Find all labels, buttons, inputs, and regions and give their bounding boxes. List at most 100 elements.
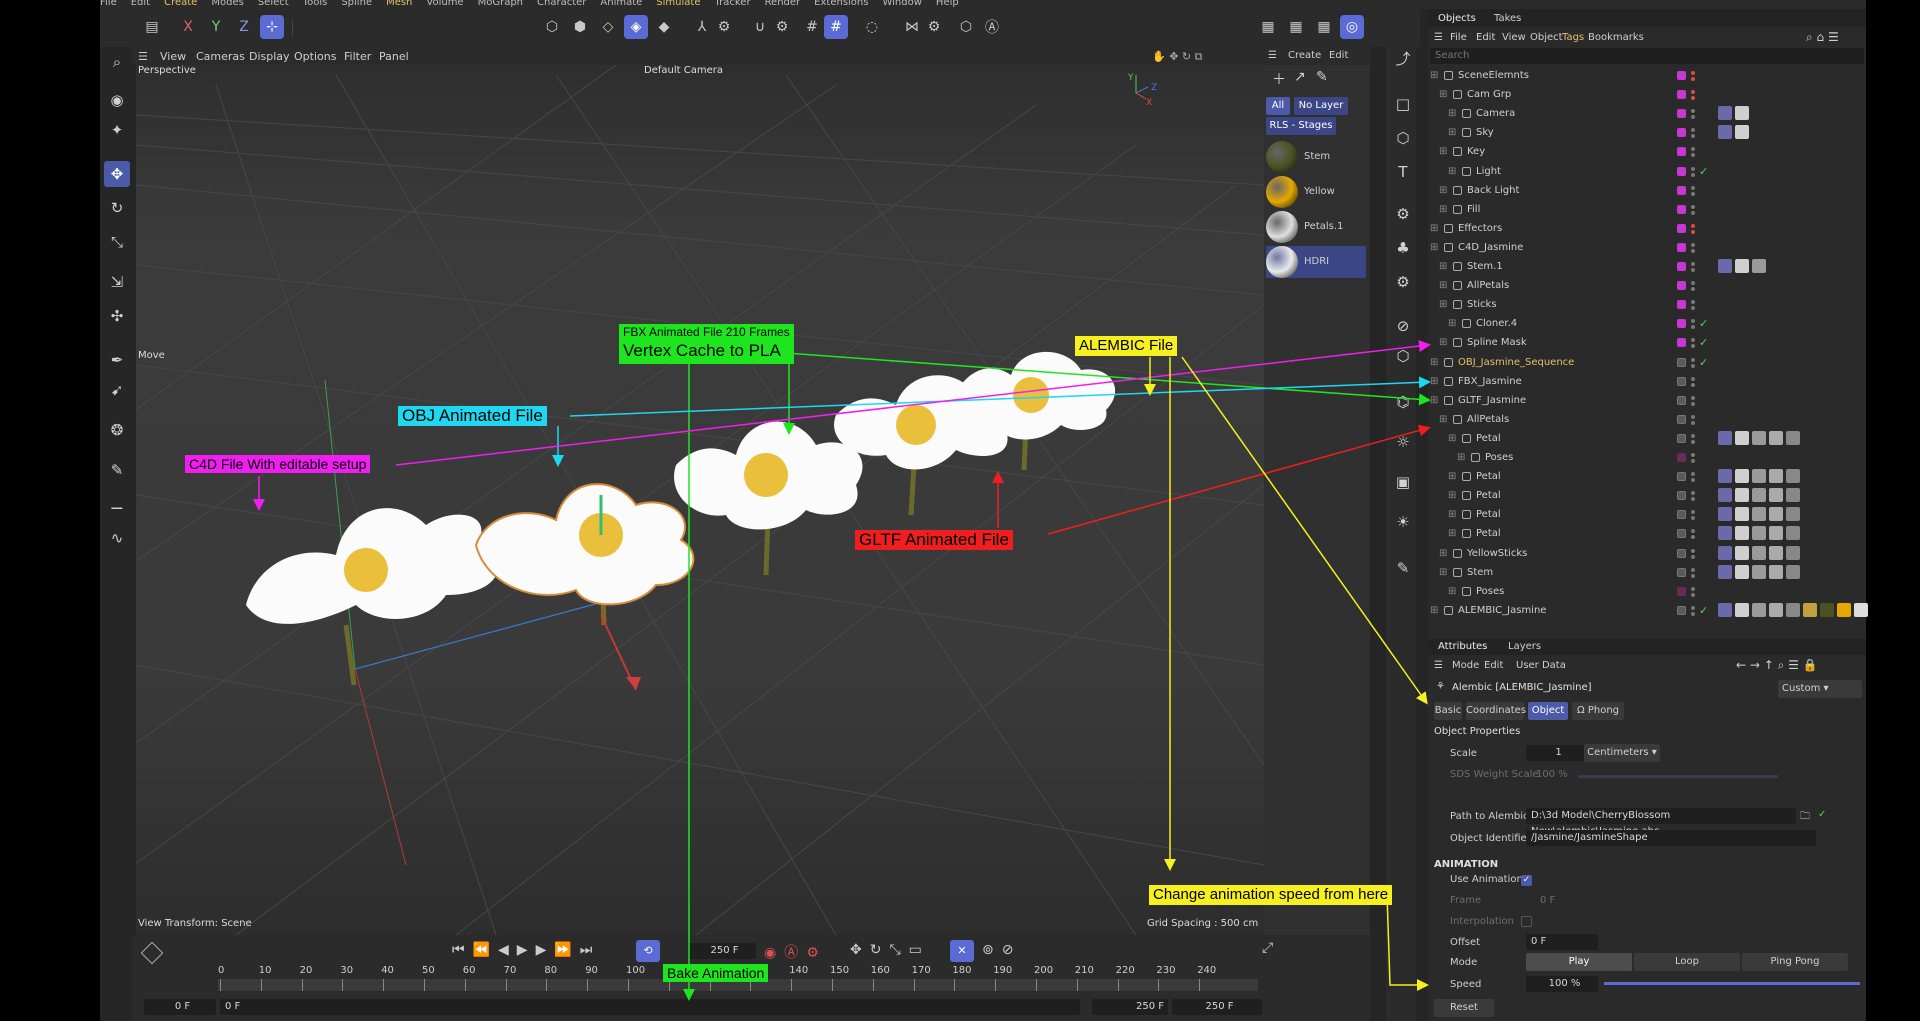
layer-swatch[interactable]: [1677, 567, 1686, 577]
cloner-icon[interactable]: ♣: [1390, 235, 1416, 261]
autokey-icon[interactable]: Ⓐ: [980, 15, 1004, 39]
material-item[interactable]: Petals.1: [1266, 211, 1366, 243]
menu-mograph[interactable]: MoGraph: [478, 0, 523, 8]
visibility-dot[interactable]: [1691, 115, 1695, 120]
layer-swatch[interactable]: [1677, 166, 1686, 176]
menu-select[interactable]: Select: [258, 0, 289, 8]
select-settings-icon[interactable]: ✦: [104, 117, 130, 143]
visibility-dot[interactable]: [1691, 109, 1695, 114]
layer-swatch[interactable]: [1677, 453, 1686, 462]
object-row[interactable]: ⊞ Petal: [1428, 429, 1866, 448]
menu-edit[interactable]: Edit: [1484, 660, 1503, 671]
visibility-dot[interactable]: [1691, 433, 1695, 438]
visibility-dot[interactable]: [1691, 516, 1695, 521]
object-tags[interactable]: [1718, 545, 1800, 560]
mode-loop-button[interactable]: Loop: [1634, 953, 1740, 971]
expand-icon[interactable]: ⊞: [1439, 295, 1447, 314]
menu-edit[interactable]: Edit: [1329, 50, 1348, 61]
object-tags[interactable]: [1718, 430, 1800, 445]
material-item[interactable]: Stem: [1266, 141, 1366, 173]
object-tags[interactable]: [1718, 106, 1749, 121]
visibility-dot[interactable]: [1691, 420, 1695, 425]
menu-filter[interactable]: Filter: [344, 50, 371, 63]
tag-icon[interactable]: [1803, 602, 1817, 617]
hamburger-icon[interactable]: ☰: [1434, 660, 1443, 671]
tag-icon[interactable]: [1786, 545, 1800, 560]
hamburger-icon[interactable]: ☰: [1268, 50, 1277, 61]
expand-icon[interactable]: ⊞: [1448, 123, 1456, 142]
generator-icon[interactable]: ⚙: [1390, 201, 1416, 227]
object-row[interactable]: ⊞ Stem.1: [1428, 257, 1866, 276]
light-icon[interactable]: ☼: [1390, 429, 1416, 455]
tag-icon[interactable]: [1837, 602, 1851, 617]
visibility-dot[interactable]: [1691, 510, 1695, 515]
visibility-dot[interactable]: [1691, 554, 1695, 559]
add-icon[interactable]: ＋: [1272, 69, 1286, 89]
magnet-snap-icon[interactable]: ∪: [748, 15, 772, 39]
pen-icon[interactable]: ✎: [1390, 555, 1416, 581]
expand-icon[interactable]: ⊞: [1430, 219, 1438, 238]
tag-icon[interactable]: [1786, 469, 1800, 484]
object-tags[interactable]: [1718, 125, 1749, 140]
visibility-dot[interactable]: [1691, 605, 1695, 610]
spline-tools-icon[interactable]: ➹: [104, 377, 130, 403]
menu-tags[interactable]: Tags: [1562, 32, 1584, 43]
object-row[interactable]: ⊞ C4D_Jasmine: [1428, 238, 1866, 257]
visibility-dot[interactable]: [1691, 363, 1695, 368]
scale-unit-dropdown[interactable]: Centimeters ▾: [1584, 744, 1660, 762]
points-mode-icon[interactable]: ⬢: [568, 15, 592, 39]
tag-icon[interactable]: [1735, 106, 1749, 121]
tag-icon[interactable]: [1752, 545, 1766, 560]
object-row[interactable]: ⊞ Sticks: [1428, 295, 1866, 314]
tag-icon[interactable]: [1820, 602, 1834, 617]
object-row[interactable]: ⊞ OBJ_Jasmine_Sequence ✓: [1428, 353, 1866, 372]
layer-swatch[interactable]: [1677, 319, 1686, 329]
menu-mode[interactable]: Mode: [1452, 660, 1479, 671]
object-row[interactable]: ⊞ YellowSticks: [1428, 544, 1866, 563]
spline-pen-icon[interactable]: ✒: [104, 347, 130, 373]
object-search-input[interactable]: Search: [1430, 48, 1864, 64]
tag-icon[interactable]: [1769, 430, 1783, 445]
visibility-dot[interactable]: [1691, 300, 1695, 305]
visibility-dot[interactable]: [1691, 567, 1695, 572]
enabled-check-icon[interactable]: ✓: [1699, 353, 1708, 372]
visibility-dot[interactable]: [1691, 90, 1695, 95]
hamburger-icon[interactable]: ☰: [138, 50, 148, 63]
visibility-dot[interactable]: [1691, 478, 1695, 483]
expand-icon[interactable]: ⊞: [1430, 66, 1438, 85]
redshift-icon[interactable]: ◎: [1340, 15, 1364, 39]
tag-icon[interactable]: [1786, 430, 1800, 445]
layer-swatch[interactable]: [1677, 376, 1686, 386]
scene-icon[interactable]: ⬡: [1390, 343, 1416, 369]
layer-swatch[interactable]: [1677, 300, 1686, 310]
object-row[interactable]: ⊞ GLTF_Jasmine: [1428, 391, 1866, 410]
start-frame-input[interactable]: 0 F: [144, 999, 216, 1015]
tag-icon[interactable]: [1752, 564, 1766, 579]
visibility-dot[interactable]: [1691, 325, 1695, 330]
object-row[interactable]: ⊞ Spline Mask ✓: [1428, 333, 1866, 352]
no-layer-button[interactable]: No Layer: [1294, 97, 1348, 115]
visibility-dot[interactable]: [1691, 382, 1695, 387]
tag-icon[interactable]: [1769, 488, 1783, 503]
menu-display[interactable]: Display: [249, 50, 290, 63]
transform-tool-icon[interactable]: ⇲: [104, 269, 130, 295]
visibility-dot[interactable]: [1691, 491, 1695, 496]
object-row[interactable]: ⊞ Effectors: [1428, 219, 1866, 238]
menu-render[interactable]: Render: [765, 0, 801, 8]
object-row[interactable]: ⊞ Cloner.4 ✓: [1428, 314, 1866, 333]
menu-file[interactable]: File: [1450, 32, 1467, 43]
camera-icon[interactable]: ⌬: [1390, 389, 1416, 415]
menu-tracker[interactable]: Tracker: [714, 0, 750, 8]
object-row[interactable]: ⊞ ALEMBIC_Jasmine ✓: [1428, 601, 1868, 620]
object-row[interactable]: ⊞ Poses: [1428, 582, 1866, 601]
interpolation-checkbox[interactable]: [1521, 916, 1532, 927]
layer-swatch[interactable]: [1677, 338, 1686, 348]
layer-stages-button[interactable]: RLS - Stages: [1266, 117, 1336, 135]
render-view-icon[interactable]: ▦: [1284, 15, 1308, 39]
expand-icon[interactable]: ⊞: [1448, 162, 1456, 181]
layer-swatch[interactable]: [1677, 605, 1686, 615]
layer-swatch[interactable]: [1677, 510, 1686, 520]
layer-swatch[interactable]: [1677, 128, 1686, 138]
spline-smooth-icon[interactable]: ∿: [104, 525, 130, 551]
menu-file[interactable]: File: [100, 0, 117, 8]
